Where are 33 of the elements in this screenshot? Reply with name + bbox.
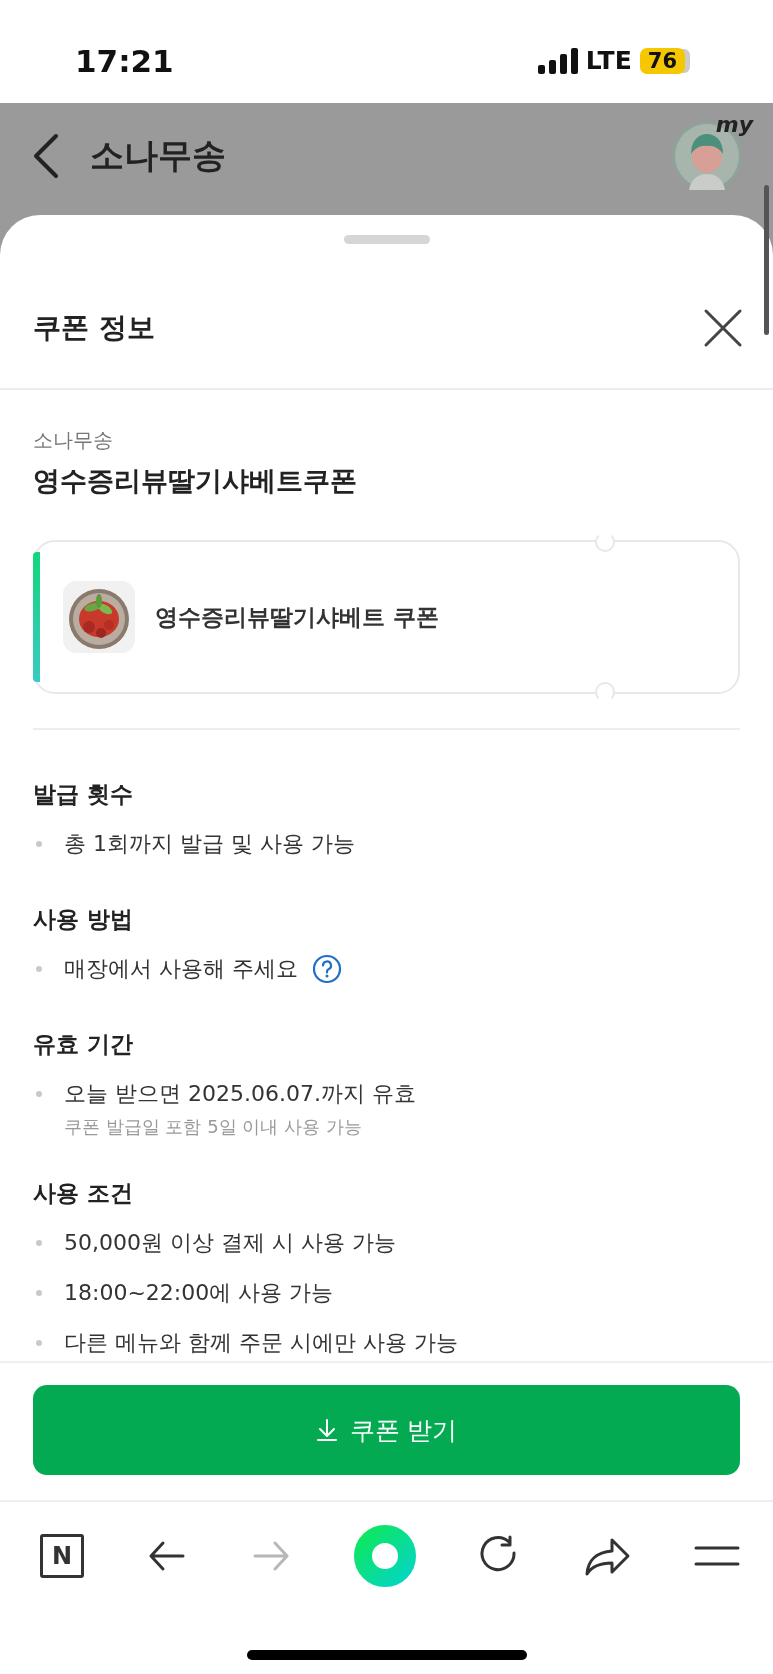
bullet-dot bbox=[36, 1290, 42, 1296]
store-name: 소나무송 bbox=[33, 427, 114, 454]
coupon-title: 영수증리뷰딸기샤베트쿠폰 bbox=[33, 464, 358, 498]
back-icon[interactable] bbox=[32, 133, 60, 179]
bullet-dot bbox=[36, 966, 42, 972]
signal-icon bbox=[537, 47, 578, 74]
section-heading: 유효 기간 bbox=[33, 1030, 134, 1059]
page-title: 소나무송 bbox=[90, 134, 227, 177]
help-icon[interactable] bbox=[312, 954, 342, 984]
section-heading: 발급 횟수 bbox=[33, 780, 134, 809]
condition-text: 50,000원 이상 결제 시 사용 가능 bbox=[64, 1229, 396, 1257]
condition-text: 18:00~22:00에 사용 가능 bbox=[64, 1279, 334, 1307]
close-icon[interactable] bbox=[703, 307, 743, 348]
coupon-label: 영수증리뷰딸기샤베트 쿠폰 bbox=[155, 602, 439, 632]
condition-text: 오늘 받으면 2025.06.07.까지 유효 bbox=[64, 1080, 416, 1108]
menu-button[interactable] bbox=[693, 1544, 741, 1568]
my-label: my bbox=[715, 112, 753, 137]
note-text: 쿠폰 발급일 포함 5일 이내 사용 가능 bbox=[63, 1115, 363, 1139]
condition-text: 총 1회까지 발급 및 사용 가능 bbox=[64, 830, 355, 858]
section-heading: 사용 방법 bbox=[33, 905, 134, 934]
condition-text: 매장에서 사용해 주세요 bbox=[64, 955, 298, 983]
sheet-handle[interactable] bbox=[343, 235, 430, 244]
bullet-dot bbox=[36, 1340, 42, 1346]
status-time: 17:21 bbox=[75, 42, 174, 79]
naver-logo[interactable]: N bbox=[40, 1534, 84, 1578]
download-icon bbox=[315, 1418, 338, 1442]
network-label: LTE bbox=[585, 46, 632, 75]
sheet-title: 쿠폰 정보 bbox=[33, 309, 155, 346]
bullet-dot bbox=[36, 1091, 42, 1097]
bullet-dot bbox=[36, 841, 42, 847]
bullet-dot bbox=[36, 1240, 42, 1246]
section-heading: 사용 조건 bbox=[33, 1179, 134, 1208]
condition-text: 다른 메뉴와 함께 주문 시에만 사용 가능 bbox=[64, 1329, 458, 1357]
